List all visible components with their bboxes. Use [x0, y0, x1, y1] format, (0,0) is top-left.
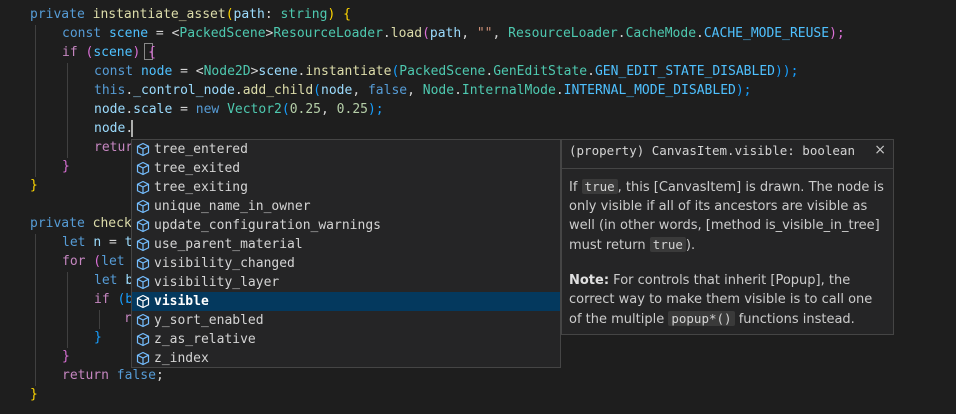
text-cursor — [131, 120, 133, 137]
doc-paragraph-2: Note: For controls that inherit [Popup],… — [569, 273, 873, 327]
suggestion-item[interactable]: unique_name_in_owner — [132, 197, 560, 216]
inline-code: popup*() — [668, 311, 735, 326]
code-line-20[interactable]: return false; — [62, 366, 164, 385]
code-line-19[interactable]: } — [62, 347, 70, 366]
cube-icon — [136, 161, 150, 176]
cube-icon — [136, 351, 150, 366]
cube-icon — [136, 332, 150, 347]
doc-paragraph-1: If true, this [CanvasItem] is drawn. The… — [569, 179, 884, 253]
cube-icon — [136, 218, 150, 233]
cube-icon — [136, 237, 150, 252]
code-line-3[interactable]: if (scene) { — [62, 43, 156, 62]
cube-icon — [136, 142, 150, 157]
code-line-18[interactable]: } — [94, 328, 102, 347]
code-line-21[interactable]: } — [30, 385, 38, 404]
code-line-1[interactable]: private instantiate_asset(path: string) … — [30, 5, 351, 24]
indent-guide — [35, 234, 36, 386]
code-line-16[interactable]: if (b — [94, 290, 133, 309]
cube-icon — [136, 180, 150, 195]
inline-code: true — [581, 179, 618, 194]
cube-icon — [136, 313, 150, 328]
code-line-6[interactable]: node.scale = new Vector2(0.25, 0.25); — [94, 100, 384, 119]
cube-icon — [136, 199, 150, 214]
indent-guide — [99, 310, 100, 329]
suggestion-item[interactable]: visibility_layer — [132, 273, 560, 292]
divider — [562, 168, 893, 169]
code-line-13[interactable]: let n = t — [62, 233, 132, 252]
indent-guide — [35, 25, 36, 177]
note-label: Note: — [569, 273, 610, 288]
suggestion-item[interactable]: visibility_changed — [132, 254, 560, 273]
code-line-10[interactable]: } — [30, 176, 38, 195]
suggestion-details-panel: (property) CanvasItem.visible: boolean ×… — [561, 139, 894, 335]
code-line-9[interactable]: } — [62, 157, 70, 176]
suggestion-item[interactable]: tree_exiting — [132, 178, 560, 197]
code-line-8[interactable]: retur — [94, 138, 133, 157]
suggestion-item[interactable]: update_configuration_warnings — [132, 216, 560, 235]
code-line-7[interactable]: node. — [94, 119, 133, 138]
code-line-5[interactable]: this._control_node.add_child(node, false… — [94, 81, 752, 100]
close-icon[interactable]: × — [874, 142, 886, 158]
code-line-2[interactable]: const scene = <PackedScene>ResourceLoade… — [62, 24, 845, 43]
code-line-4[interactable]: const node = <Node2D>scene.instantiate(P… — [94, 62, 798, 81]
suggestion-item[interactable]: z_as_relative — [132, 330, 560, 349]
indent-guide — [67, 63, 68, 158]
suggestion-item-selected[interactable]: visible — [132, 292, 560, 311]
suggestion-item[interactable]: y_sort_enabled — [132, 311, 560, 330]
code-line-14[interactable]: for (let — [62, 252, 125, 271]
autocomplete-suggestion-list[interactable]: tree_entered tree_exited tree_exiting un… — [131, 139, 561, 368]
cube-icon — [136, 275, 150, 290]
suggestion-item[interactable]: tree_exited — [132, 159, 560, 178]
indent-guide — [67, 272, 68, 348]
property-signature: (property) CanvasItem.visible: boolean — [569, 143, 855, 158]
inline-code: true — [649, 237, 686, 252]
suggestion-item[interactable]: tree_entered — [132, 140, 560, 159]
cube-icon — [136, 294, 150, 309]
code-line-15[interactable]: let b — [94, 271, 133, 290]
cube-icon — [136, 256, 150, 271]
suggestion-item[interactable]: z_index — [132, 349, 560, 367]
suggestion-item[interactable]: use_parent_material — [132, 235, 560, 254]
code-line-12[interactable]: private check — [30, 214, 132, 233]
